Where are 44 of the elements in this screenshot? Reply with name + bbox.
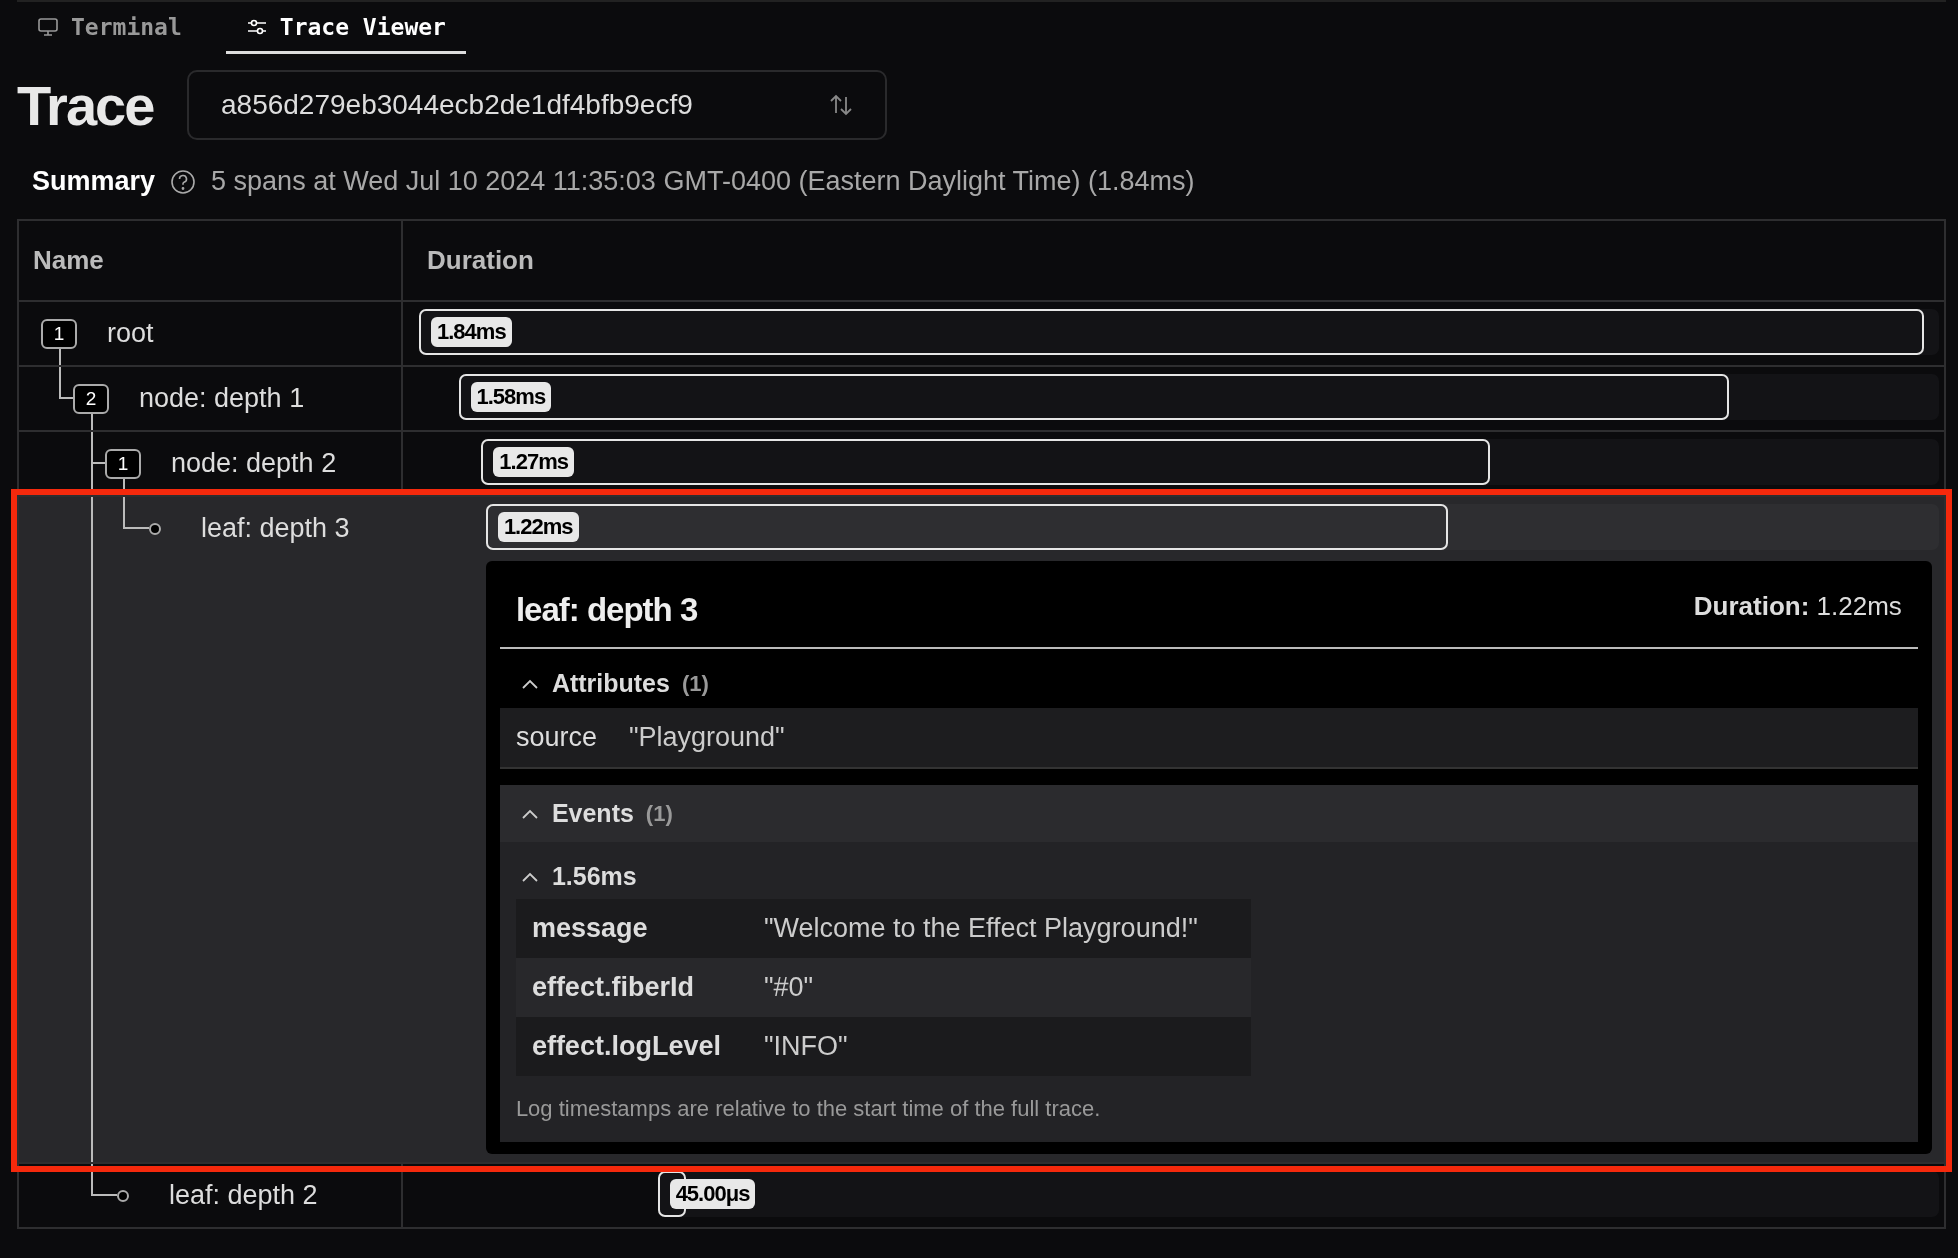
attribute-key: source (515, 722, 597, 753)
trace-select[interactable]: a856d279eb3044ecb2de1df4bfb9ecf9 (187, 70, 887, 140)
duration-label: 1.58ms (470, 382, 552, 412)
event-key: effect.fiberId (531, 972, 764, 1003)
event-value: "INFO" (763, 1031, 848, 1062)
leaf-node-icon (117, 1189, 129, 1202)
leaf-node-icon (149, 522, 161, 535)
child-count[interactable]: 1 (105, 448, 141, 479)
event-toggle[interactable]: 1.56ms (515, 848, 641, 899)
event-key: effect.logLevel (531, 1031, 764, 1062)
duration-label: 1.27ms (493, 447, 574, 477)
tree-connector (123, 497, 149, 529)
span-row[interactable]: leaf: depth 2 45.00μs (19, 1164, 1944, 1229)
column-header: Name (33, 245, 104, 276)
span-row[interactable]: 1 root 1.84ms (19, 302, 1944, 367)
help-icon[interactable] (169, 167, 198, 196)
event-key: message (531, 913, 764, 944)
summary-text: 5 spans at Wed Jul 10 2024 11:35:03 GMT-0400 (Eastern Daylight Time) (1.84ms) (211, 166, 1195, 197)
duration-label: 1.22ms (497, 512, 579, 542)
span-name: leaf: depth 3 (201, 513, 350, 544)
summary-label: Summary (32, 166, 156, 197)
tree-connector (91, 1164, 117, 1196)
event-value: "Welcome to the Effect Playground!" (763, 913, 1198, 944)
event-value: "#0" (763, 972, 814, 1003)
tab[interactable]: Terminal (17, 2, 202, 54)
child-count[interactable]: 2 (73, 383, 109, 414)
span-row[interactable]: 2 node: depth 1 1.58ms (19, 367, 1944, 432)
span-name: node: depth 1 (139, 383, 305, 414)
span-name: leaf: depth 2 (169, 1180, 318, 1211)
duration-label: 45.00μs (669, 1179, 756, 1209)
span-name: root (107, 318, 154, 349)
child-count[interactable]: 1 (41, 318, 77, 349)
duration-label: 1.84ms (431, 317, 512, 347)
attribute-value: "Playground" (628, 722, 785, 753)
tab[interactable]: Trace Viewer (225, 2, 466, 54)
column-header: Duration (427, 244, 534, 276)
details-title: leaf: depth 3 (515, 591, 698, 629)
footnote: Log timestamps are relative to the start time of the full trace. (515, 1096, 1102, 1122)
details-duration: Duration: 1.22ms (1693, 591, 1902, 622)
events-toggle[interactable]: Events (1) (499, 785, 1918, 842)
attributes-toggle[interactable]: Attributes (1) (499, 649, 729, 708)
page-title: Trace (17, 72, 155, 138)
span-name: node: depth 2 (171, 448, 337, 479)
monitor-icon (37, 16, 59, 37)
